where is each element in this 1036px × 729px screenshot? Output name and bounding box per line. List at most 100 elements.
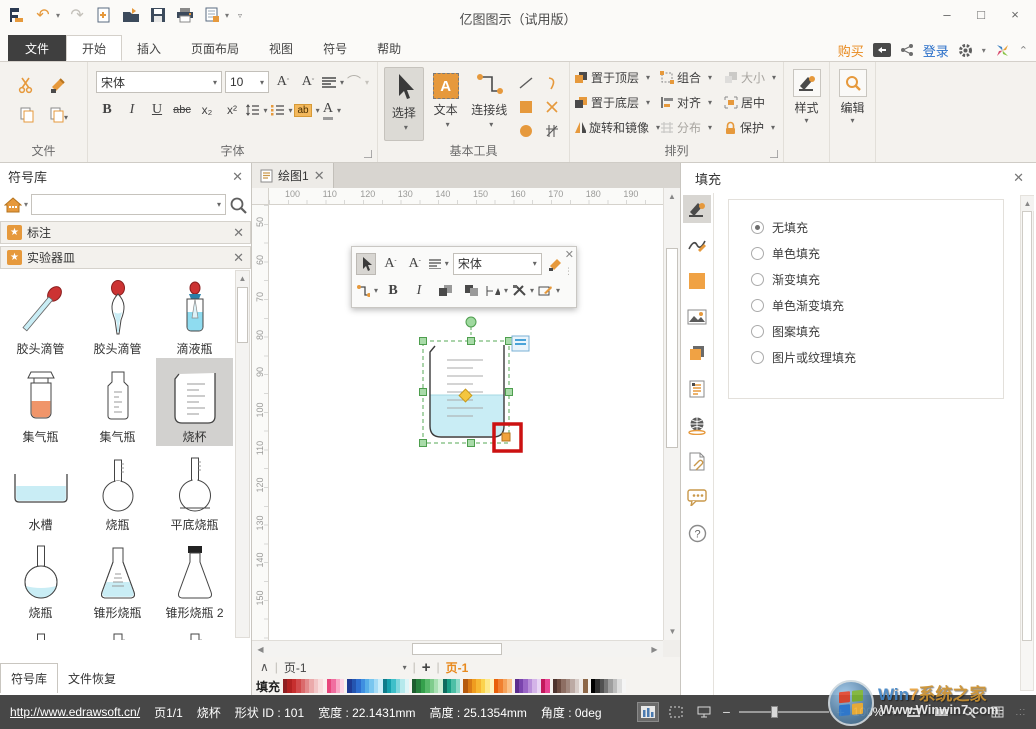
float-size-button[interactable]: ▾ bbox=[486, 280, 508, 302]
connector-tool-button[interactable]: 连接线▾ bbox=[468, 67, 511, 141]
float-font-select[interactable]: 宋体▾ bbox=[453, 253, 542, 275]
fullscreen-view-icon[interactable] bbox=[666, 703, 686, 721]
symbol-conical-flask[interactable]: 锥形烧瓶 bbox=[79, 534, 156, 622]
text-highlight-button[interactable]: ab▾ bbox=[296, 99, 318, 121]
strikethrough-button[interactable]: abc bbox=[171, 99, 193, 121]
redo-button[interactable]: ↷ bbox=[67, 4, 87, 26]
scroll-thumb[interactable] bbox=[1022, 211, 1032, 641]
float-format-painter[interactable] bbox=[546, 253, 566, 275]
scroll-thumb[interactable] bbox=[237, 287, 248, 343]
float-decrease-font[interactable]: Aˇ bbox=[405, 253, 425, 275]
tab-page-layout[interactable]: 页面布局 bbox=[176, 35, 254, 61]
symbol-dropper-vertical[interactable]: 胶头滴管 bbox=[79, 270, 156, 358]
scroll-up-icon[interactable]: ▲ bbox=[236, 271, 249, 286]
select-tool-button[interactable]: 选择▾ bbox=[384, 67, 424, 141]
line-tool-button[interactable] bbox=[518, 76, 534, 90]
float-align-button[interactable]: ▾ bbox=[429, 253, 449, 275]
selected-beaker-shape[interactable] bbox=[399, 300, 549, 470]
symbol-drop-bottle[interactable]: 滴液瓶 bbox=[156, 270, 233, 358]
zoom-dropdown[interactable]: ▾ bbox=[891, 708, 895, 717]
color-swatch[interactable] bbox=[507, 679, 511, 693]
float-increase-font[interactable]: Aˆ bbox=[380, 253, 400, 275]
share-nodes-icon[interactable] bbox=[900, 43, 914, 57]
color-swatch[interactable] bbox=[622, 679, 626, 693]
fill-option-1[interactable]: 单色填充 bbox=[751, 240, 1003, 266]
arrange-item-6[interactable]: 旋转和镜像▾ bbox=[574, 115, 660, 140]
fill-option-0[interactable]: 无填充 bbox=[751, 214, 1003, 240]
bottom-tab-symbol-library[interactable]: 符号库 bbox=[0, 663, 58, 693]
arrange-item-4[interactable]: 对齐▾ bbox=[660, 90, 724, 115]
comment-icon[interactable] bbox=[683, 483, 711, 511]
arc-tool-button[interactable] bbox=[545, 76, 559, 90]
float-send-back-button[interactable] bbox=[460, 280, 482, 302]
symbol-gas-jar-liquid[interactable]: 集气瓶 bbox=[2, 358, 79, 446]
document-tab-close-icon[interactable]: ✕ bbox=[314, 168, 325, 184]
symbol-beaker[interactable]: 烧杯 bbox=[156, 358, 233, 446]
fit-page-icon[interactable] bbox=[903, 703, 923, 721]
rotation-handle[interactable] bbox=[466, 317, 476, 327]
decrease-font-button[interactable]: Aˇ bbox=[297, 71, 319, 93]
fill-panel-scrollbar[interactable]: ▲ bbox=[1020, 195, 1034, 691]
attachment-icon[interactable] bbox=[683, 447, 711, 475]
settings-dropdown[interactable]: ▾ bbox=[982, 46, 986, 55]
symbol-search-input[interactable]: ▾ bbox=[31, 194, 226, 215]
close-button[interactable]: × bbox=[998, 2, 1032, 26]
symbol-round-flask[interactable]: 烧瓶 bbox=[79, 446, 156, 534]
arrange-item-3[interactable]: 置于底层▾ bbox=[574, 90, 660, 115]
tab-insert[interactable]: 插入 bbox=[122, 35, 176, 61]
symbol-tube[interactable] bbox=[79, 622, 156, 640]
grid-icon[interactable] bbox=[987, 703, 1007, 721]
symbol-conical-flask-stopper[interactable]: 锥形烧瓶 2 bbox=[156, 534, 233, 622]
style-dropdown[interactable]: ▾ bbox=[784, 116, 829, 125]
library-home-button[interactable]: ▾ bbox=[4, 197, 28, 213]
color-swatch[interactable] bbox=[405, 679, 409, 693]
tab-symbols[interactable]: 符号 bbox=[308, 35, 362, 61]
zoom-slider[interactable] bbox=[739, 711, 829, 713]
fill-panel-close-icon[interactable]: ✕ bbox=[1013, 170, 1024, 186]
zoom-in-icon[interactable]: + bbox=[837, 704, 845, 720]
symbol-dropper-diagonal[interactable]: 胶头滴管 bbox=[2, 270, 79, 358]
tab-view[interactable]: 视图 bbox=[254, 35, 308, 61]
float-bring-front-button[interactable] bbox=[434, 280, 456, 302]
float-toolbar-handle[interactable]: ⋮ bbox=[564, 269, 573, 274]
scroll-thumb[interactable] bbox=[666, 248, 678, 448]
float-connector-tool[interactable]: ▾ bbox=[356, 280, 378, 302]
section-close-icon[interactable]: ✕ bbox=[233, 250, 244, 266]
float-select-tool[interactable] bbox=[356, 253, 376, 275]
float-toolbar-close-icon[interactable]: ✕ bbox=[565, 248, 574, 261]
radio-icon[interactable] bbox=[751, 351, 764, 364]
line-style-icon[interactable] bbox=[683, 231, 711, 259]
fill-tab-icon[interactable] bbox=[683, 195, 711, 223]
fill-option-2[interactable]: 渐变填充 bbox=[751, 266, 1003, 292]
color-swatch[interactable] bbox=[545, 679, 549, 693]
subscript-button[interactable]: x₂ bbox=[196, 99, 218, 121]
resize-grip[interactable]: ∙∙∙∙∙ bbox=[1015, 707, 1026, 717]
bold-button[interactable]: B bbox=[96, 99, 118, 121]
scroll-up-icon[interactable]: ▲ bbox=[1021, 196, 1034, 211]
buy-button[interactable]: 购买 bbox=[838, 41, 864, 60]
increase-font-button[interactable]: Aˆ bbox=[272, 71, 294, 93]
tab-help[interactable]: 帮助 bbox=[362, 35, 416, 61]
font-size-select[interactable]: 10▾ bbox=[225, 71, 269, 93]
page-select-dropdown[interactable]: ▾ bbox=[403, 663, 407, 672]
scroll-right-icon[interactable]: ▶ bbox=[648, 642, 661, 657]
export-button[interactable] bbox=[202, 4, 222, 26]
open-file-button[interactable] bbox=[121, 4, 141, 26]
bottom-right-resize-handle[interactable] bbox=[502, 433, 510, 441]
radio-icon[interactable] bbox=[751, 221, 764, 234]
scroll-left-icon[interactable]: ◀ bbox=[254, 642, 267, 657]
fill-option-4[interactable]: 图案填充 bbox=[751, 318, 1003, 344]
symbol-scrollbar[interactable]: ▲ bbox=[235, 270, 250, 638]
maximize-button[interactable]: □ bbox=[964, 2, 998, 26]
symbol-flat-flask[interactable]: 平底烧瓶 bbox=[156, 446, 233, 534]
radio-icon[interactable] bbox=[751, 273, 764, 286]
cross-tool-button[interactable] bbox=[545, 100, 559, 114]
paste-button[interactable]: ▾ bbox=[49, 107, 69, 123]
settings-gear-icon[interactable] bbox=[958, 43, 973, 58]
shape-data-icon[interactable] bbox=[683, 375, 711, 403]
presentation-view-icon[interactable] bbox=[694, 703, 714, 721]
undo-dropdown[interactable]: ▾ bbox=[56, 11, 60, 20]
font-color-button[interactable]: A▾ bbox=[321, 99, 343, 121]
login-button[interactable]: 登录 bbox=[923, 41, 949, 60]
arrange-item-1[interactable]: 组合▾ bbox=[660, 65, 724, 90]
